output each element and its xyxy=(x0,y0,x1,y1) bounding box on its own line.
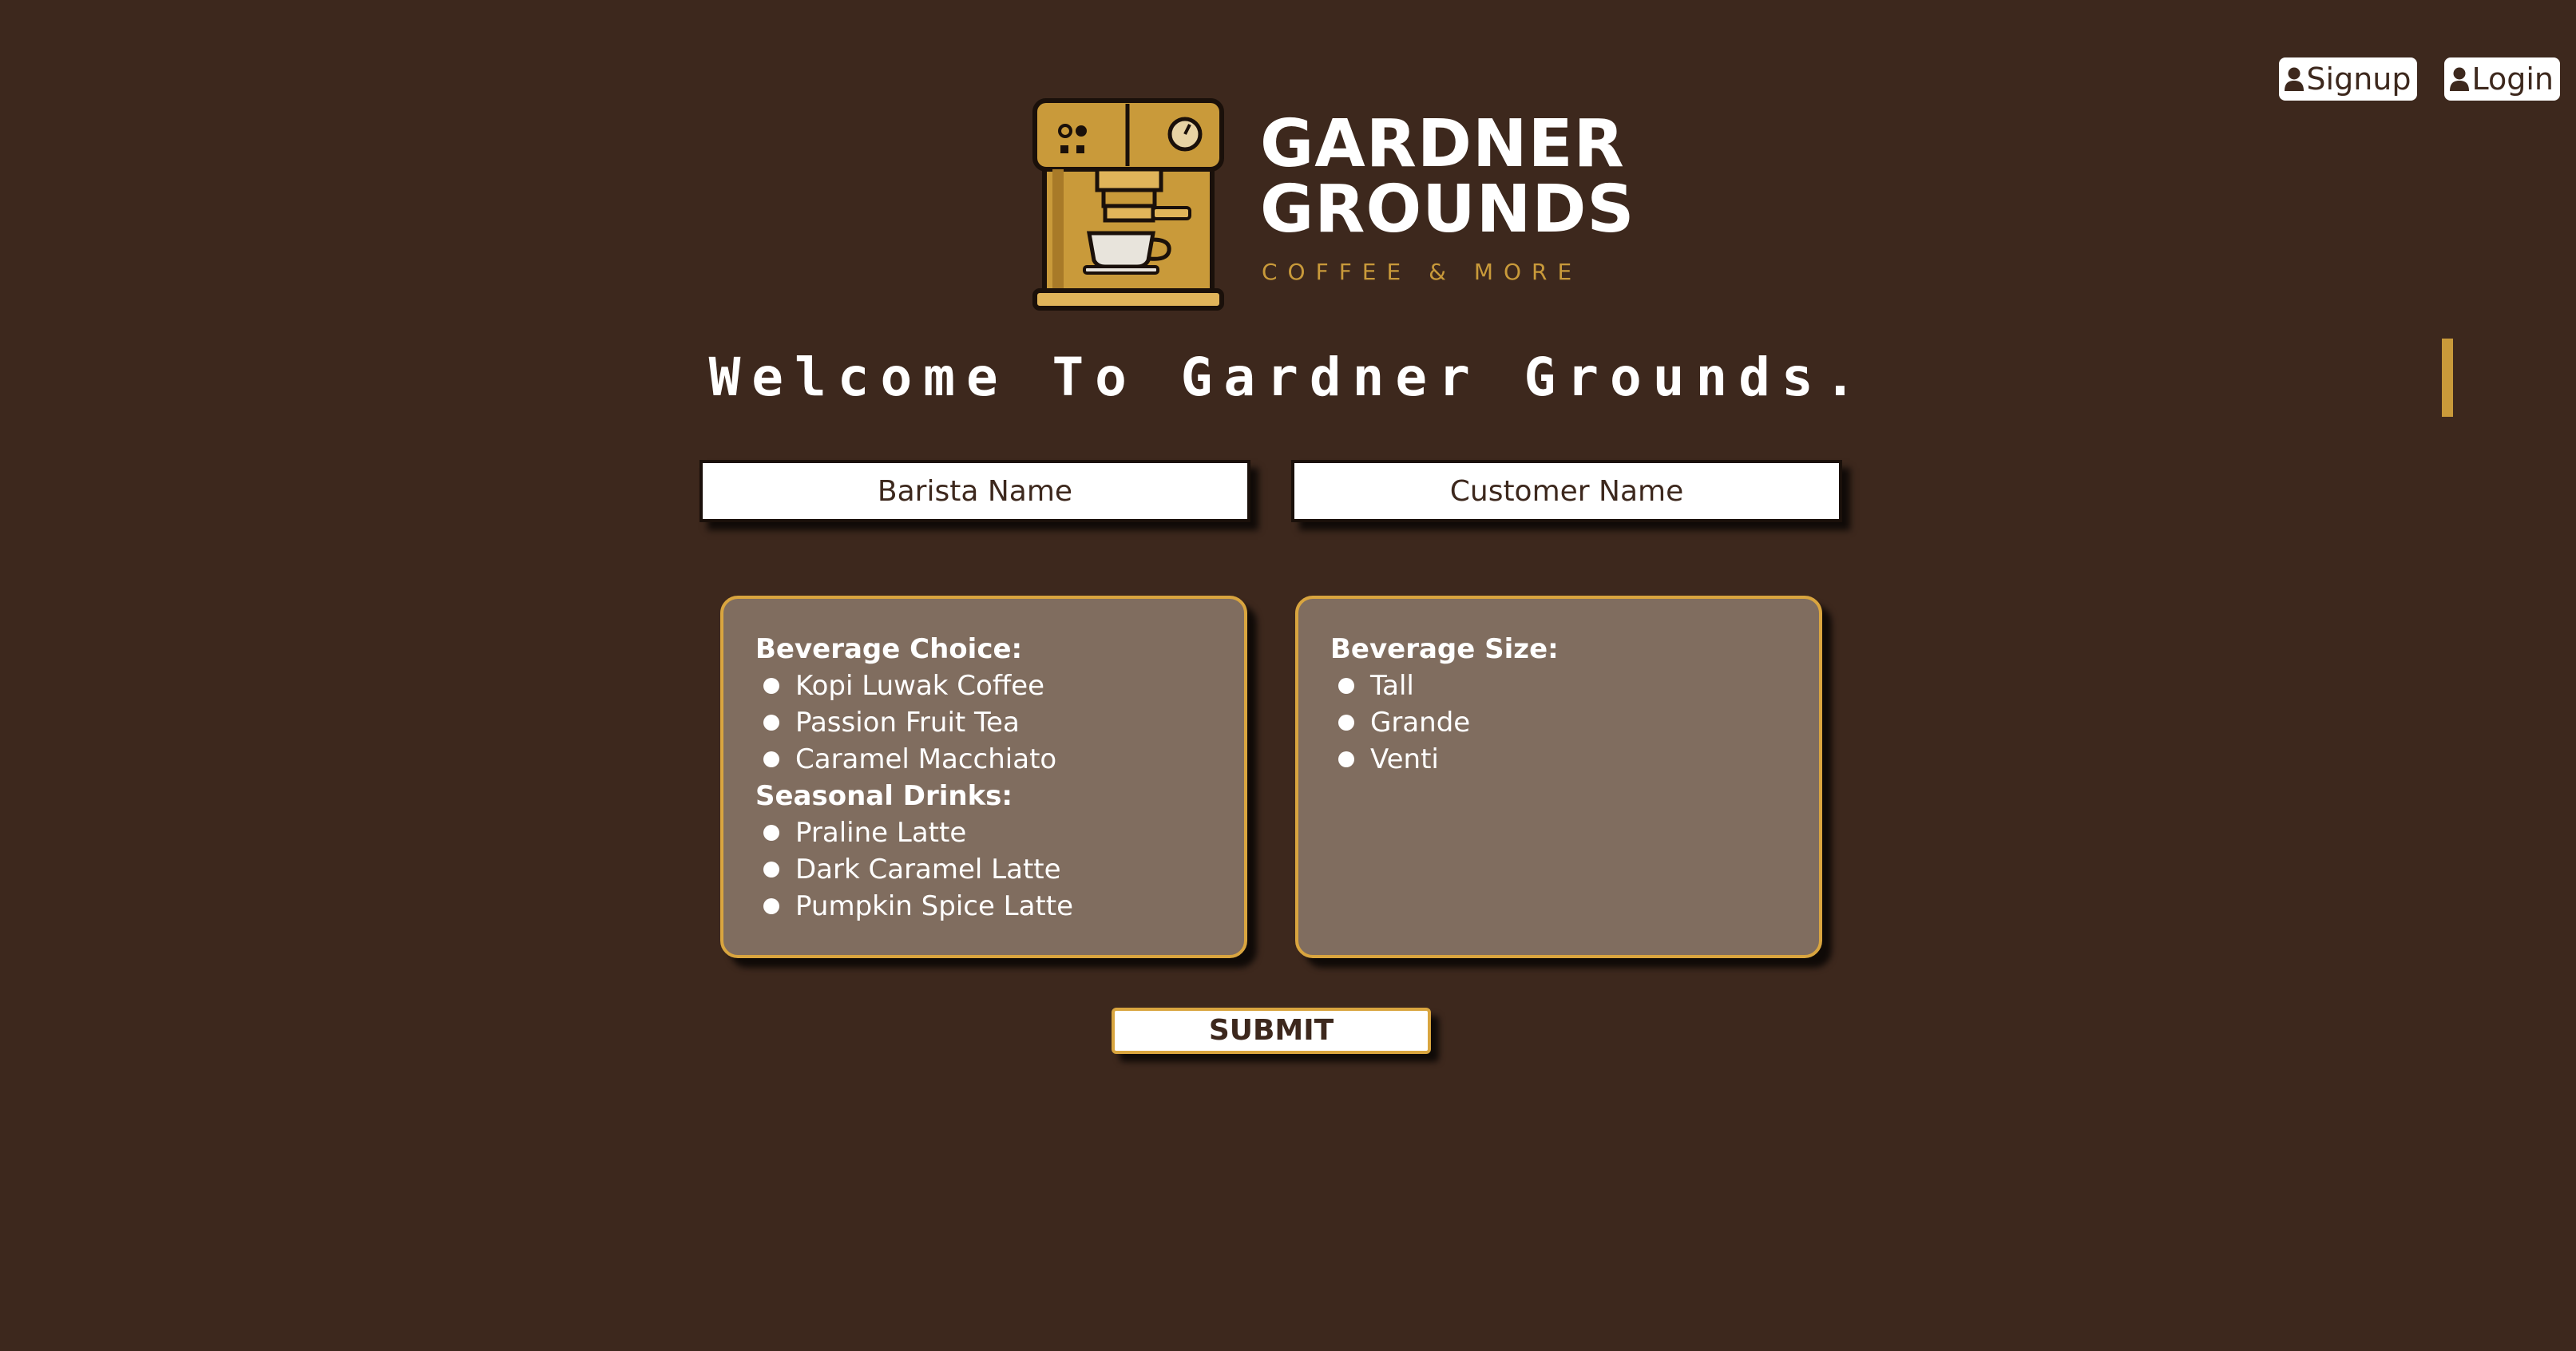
radio-bullet-icon[interactable] xyxy=(763,751,779,767)
seasonal-option[interactable]: Pumpkin Spice Latte xyxy=(763,888,1244,925)
option-label: Passion Fruit Tea xyxy=(795,707,1020,739)
signup-button[interactable]: Signup xyxy=(2279,57,2418,101)
brand-name-line2: GROUNDS xyxy=(1260,172,1635,248)
user-icon xyxy=(2450,67,2470,91)
submit-button[interactable]: SUBMIT xyxy=(1112,1008,1431,1054)
size-option[interactable]: Grande xyxy=(1338,704,1819,741)
radio-bullet-icon[interactable] xyxy=(763,715,779,731)
radio-bullet-icon[interactable] xyxy=(1338,751,1354,767)
beverage-size-panel: Beverage Size: Tall Grande Venti xyxy=(1295,596,1822,958)
beverage-size-title: Beverage Size: xyxy=(1330,633,1559,665)
side-accent-bar xyxy=(2442,339,2453,417)
barista-name-input[interactable] xyxy=(699,460,1250,522)
radio-bullet-icon[interactable] xyxy=(1338,715,1354,731)
radio-bullet-icon[interactable] xyxy=(763,898,779,914)
signup-label: Signup xyxy=(2306,61,2412,97)
brand-tagline: COFFEE & MORE xyxy=(1262,259,1583,285)
radio-bullet-icon[interactable] xyxy=(763,862,779,878)
brand-logo: GARDNER GROUNDS COFFEE & MORE xyxy=(1028,96,1635,311)
radio-bullet-icon[interactable] xyxy=(763,825,779,841)
option-label: Praline Latte xyxy=(795,817,967,849)
login-label: Login xyxy=(2471,61,2554,97)
option-label: Tall xyxy=(1370,670,1414,702)
radio-bullet-icon[interactable] xyxy=(1338,678,1354,694)
beverage-option[interactable]: Kopi Luwak Coffee xyxy=(763,668,1244,704)
auth-nav: Signup Login xyxy=(2279,57,2560,101)
welcome-heading: Welcome To Gardner Grounds. xyxy=(708,347,1868,408)
option-label: Dark Caramel Latte xyxy=(795,854,1061,885)
option-label: Caramel Macchiato xyxy=(795,743,1057,775)
option-label: Pumpkin Spice Latte xyxy=(795,890,1074,922)
size-option[interactable]: Tall xyxy=(1338,668,1819,704)
customer-name-input[interactable] xyxy=(1291,460,1842,522)
user-icon xyxy=(2285,67,2305,91)
option-label: Kopi Luwak Coffee xyxy=(795,670,1045,702)
beverage-option[interactable]: Caramel Macchiato xyxy=(763,741,1244,778)
seasonal-option[interactable]: Praline Latte xyxy=(763,814,1244,851)
espresso-machine-icon xyxy=(1032,98,1224,311)
beverage-choice-panel: Beverage Choice: Kopi Luwak Coffee Passi… xyxy=(720,596,1247,958)
option-label: Venti xyxy=(1370,743,1439,775)
seasonal-drinks-title: Seasonal Drinks: xyxy=(755,780,1013,812)
login-button[interactable]: Login xyxy=(2444,57,2560,101)
option-label: Grande xyxy=(1370,707,1471,739)
beverage-choice-title: Beverage Choice: xyxy=(755,633,1023,665)
size-option[interactable]: Venti xyxy=(1338,741,1819,778)
brand-name-line1: GARDNER xyxy=(1260,106,1625,182)
radio-bullet-icon[interactable] xyxy=(763,678,779,694)
seasonal-option[interactable]: Dark Caramel Latte xyxy=(763,851,1244,888)
beverage-option[interactable]: Passion Fruit Tea xyxy=(763,704,1244,741)
